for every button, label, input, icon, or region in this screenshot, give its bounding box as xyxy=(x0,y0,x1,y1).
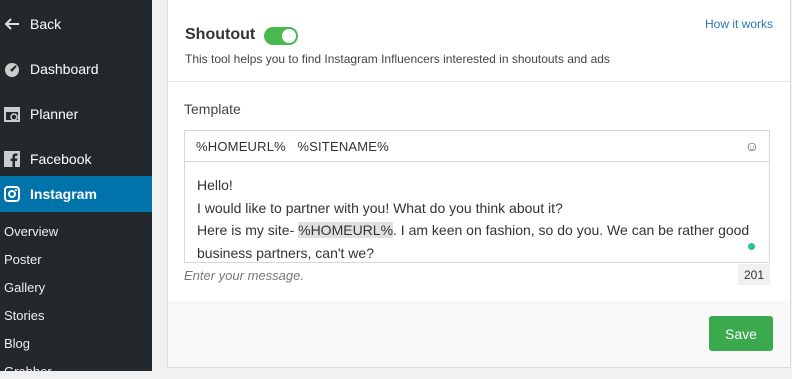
subitem-blog[interactable]: Blog xyxy=(4,336,30,351)
card-title: Shoutout xyxy=(185,26,256,43)
arrow-left-icon xyxy=(3,15,21,33)
sidebar-item-label: Instagram xyxy=(30,186,97,202)
smiley-icon[interactable]: ☺ xyxy=(745,138,759,154)
message-placeholder: Enter your message. xyxy=(184,268,304,283)
variables-bar[interactable]: %HOMEURL% %SITENAME% ☺ xyxy=(184,130,770,162)
subitem-overview[interactable]: Overview xyxy=(4,224,58,239)
message-text: Here is my site- xyxy=(197,222,299,238)
homeurl-variable: %HOMEURL% xyxy=(298,222,394,238)
subitem-grabber[interactable]: Grabber xyxy=(4,364,52,379)
sidebar-item-dashboard[interactable]: Dashboard xyxy=(0,51,152,87)
shoutout-card: Shoutout This tool helps you to find Ins… xyxy=(167,0,791,368)
char-count: 201 xyxy=(738,264,770,285)
sidebar-item-label: Dashboard xyxy=(30,61,99,77)
how-it-works-link[interactable]: How it works xyxy=(705,17,773,31)
sidebar-item-label: Planner xyxy=(30,106,79,122)
sidebar-item-instagram[interactable]: Instagram xyxy=(0,176,152,212)
status-dot xyxy=(748,243,755,250)
subitem-stories[interactable]: Stories xyxy=(4,308,44,323)
dashboard-icon xyxy=(3,60,21,78)
save-button[interactable]: Save xyxy=(709,316,773,351)
sidebar-item-planner[interactable]: Planner xyxy=(0,96,152,132)
message-line: Hello! xyxy=(197,177,233,193)
calendar-icon xyxy=(3,105,21,123)
card-description: This tool helps you to find Instagram In… xyxy=(185,52,610,66)
subitem-gallery[interactable]: Gallery xyxy=(4,280,45,295)
message-textarea[interactable]: Hello! I would like to partner with you!… xyxy=(184,162,770,263)
message-line: I would like to partner with you! What d… xyxy=(197,199,563,216)
message-line: Here is my site- %HOMEURL%. I am keen on… xyxy=(197,219,757,264)
template-section: Template %HOMEURL% %SITENAME% ☺ Hello! I… xyxy=(168,82,790,301)
sidebar-item-facebook[interactable]: Facebook xyxy=(0,141,152,177)
instagram-icon xyxy=(3,185,21,203)
main-content: Shoutout This tool helps you to find Ins… xyxy=(152,0,792,371)
sidebar-item-label: Facebook xyxy=(30,151,92,167)
template-label: Template xyxy=(184,101,241,117)
facebook-icon xyxy=(3,150,21,168)
back-link[interactable]: Back xyxy=(0,6,152,42)
back-label: Back xyxy=(30,16,62,32)
sidebar: Back Dashboard Planner Facebook Instagra… xyxy=(0,0,152,379)
variables-text[interactable]: %HOMEURL% %SITENAME% xyxy=(196,139,389,154)
card-header: Shoutout This tool helps you to find Ins… xyxy=(168,0,790,82)
toggle-knob xyxy=(282,29,296,43)
shoutout-toggle[interactable] xyxy=(264,27,298,45)
subitem-poster[interactable]: Poster xyxy=(4,252,42,267)
